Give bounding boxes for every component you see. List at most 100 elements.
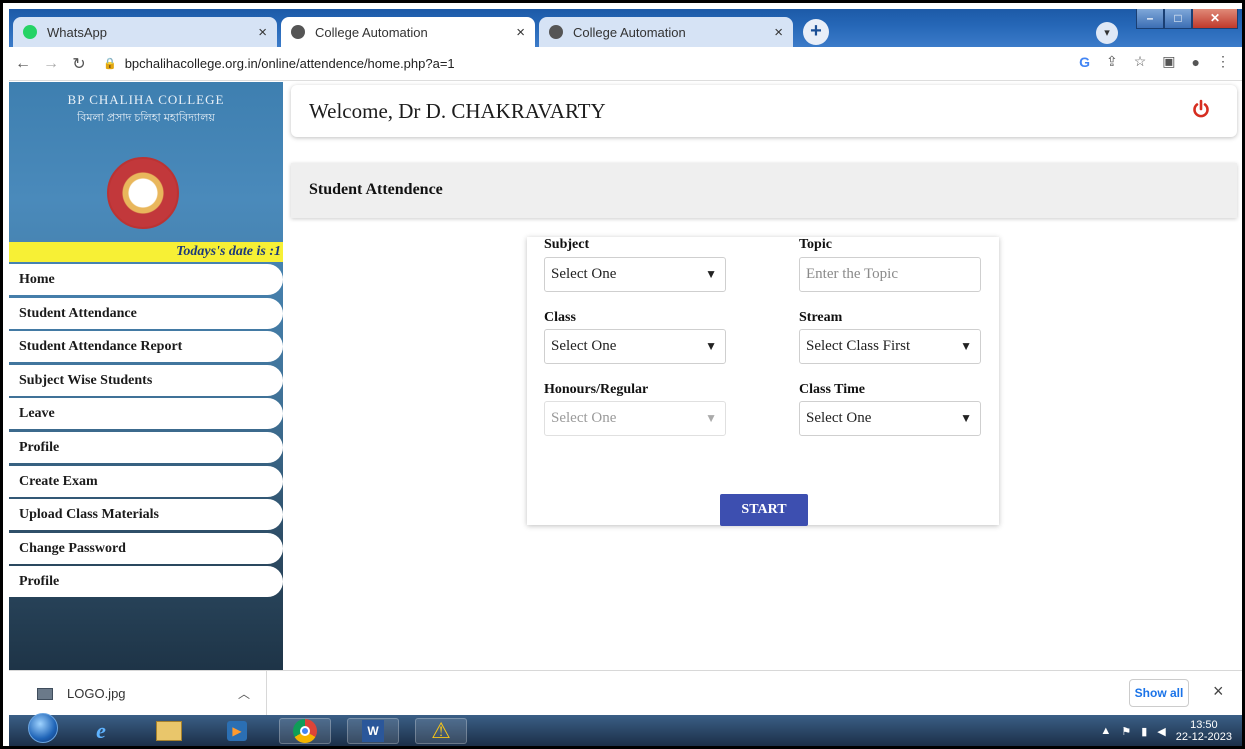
system-tray: ▲ ⚑ ▮ ◀ 13:50 22-12-2023 [1100, 719, 1232, 743]
sidebar-item-upload-materials[interactable]: Upload Class Materials [9, 499, 283, 531]
honours-label: Honours/Regular [544, 382, 649, 397]
power-icon[interactable] [1191, 99, 1211, 119]
college-name-local: বিমলা প্ৰসাদ চলিহা মহাবিদ্যালয় [77, 112, 215, 124]
tab-whatsapp[interactable]: WhatsApp × [13, 17, 277, 47]
class-time-label: Class Time [799, 382, 865, 397]
reload-icon[interactable]: ↻ [65, 54, 93, 74]
stream-label: Stream [799, 310, 843, 325]
address-bar[interactable]: 🔒 bpchalihacollege.org.in/online/attende… [103, 56, 455, 71]
internet-explorer-icon[interactable]: e [75, 718, 127, 744]
whatsapp-icon [23, 25, 37, 39]
clock-date: 22-12-2023 [1175, 731, 1232, 743]
subject-select[interactable]: Select One ▼ [544, 257, 726, 292]
google-icon[interactable]: G [1079, 54, 1090, 70]
sidebar-item-profile-2[interactable]: Profile [9, 566, 283, 598]
media-player-icon[interactable]: ▶ [211, 718, 263, 744]
side-panel-icon[interactable]: ▣ [1162, 53, 1175, 70]
profile-icon[interactable]: ● [1192, 54, 1200, 70]
clock[interactable]: 13:50 22-12-2023 [1176, 719, 1232, 743]
date-ticker: Todays's date is :1 [9, 242, 283, 262]
forward-icon[interactable]: → [37, 55, 65, 73]
welcome-text: Welcome, Dr D. CHAKRAVARTY [309, 99, 606, 123]
close-window-button[interactable]: ✕ [1192, 9, 1238, 29]
globe-icon [291, 25, 305, 39]
download-filename: LOGO.jpg [67, 686, 126, 701]
tab-college-automation[interactable]: College Automation × [539, 17, 793, 47]
tray-expand-icon[interactable]: ▲ [1100, 725, 1111, 737]
clock-time: 13:50 [1190, 719, 1218, 731]
window-controls: – □ ✕ [1136, 9, 1238, 29]
download-bar: LOGO.jpg ︿ Show all × [9, 670, 1242, 716]
class-time-select[interactable]: Select One ▼ [799, 401, 981, 436]
sidebar-item-subject-wise-students[interactable]: Subject Wise Students [9, 364, 283, 396]
tab-title: WhatsApp [47, 24, 107, 40]
download-item[interactable]: LOGO.jpg ︿ [9, 671, 267, 716]
minimize-button[interactable]: – [1136, 9, 1164, 29]
word-icon[interactable]: W [347, 718, 399, 744]
topic-label: Topic [799, 237, 832, 252]
chevron-up-icon[interactable]: ︿ [238, 685, 250, 702]
start-orb-icon[interactable] [17, 713, 69, 743]
class-select[interactable]: Select One ▼ [544, 329, 726, 364]
honours-select[interactable]: Select One ▼ [544, 401, 726, 436]
honours-value: Select One [551, 410, 617, 426]
toolbar-actions: G ⇪ ☆ ▣ ● ⋮ [1079, 53, 1230, 70]
new-tab-button[interactable]: + [803, 19, 829, 45]
college-logo [107, 157, 179, 229]
tab-title: College Automation [573, 24, 686, 40]
tab-search-icon[interactable]: ▾ [1096, 22, 1118, 44]
sidebar-menu: Home Student Attendance Student Attendan… [9, 264, 283, 600]
maximize-button[interactable]: □ [1164, 9, 1192, 29]
sidebar-item-change-password[interactable]: Change Password [9, 532, 283, 564]
class-value: Select One [551, 338, 617, 354]
sidebar-item-attendance-report[interactable]: Student Attendance Report [9, 331, 283, 363]
chevron-down-icon: ▼ [960, 339, 972, 353]
tab-title: College Automation [315, 24, 428, 40]
sidebar: BP CHALIHA COLLEGE বিমলা প্ৰসাদ চলিহা মহ… [9, 82, 283, 670]
file-explorer-icon[interactable] [143, 718, 195, 744]
volume-icon[interactable]: ◀ [1157, 725, 1165, 738]
sidebar-item-profile[interactable]: Profile [9, 431, 283, 463]
topic-placeholder: Enter the Topic [806, 266, 898, 282]
chevron-down-icon: ▼ [705, 339, 717, 353]
windows-taskbar: e ▶ W ⚠ ▲ ⚑ ▮ ◀ 13:50 22-12-2023 [9, 713, 1242, 746]
warning-icon[interactable]: ⚠ [415, 718, 467, 744]
menu-kebab-icon[interactable]: ⋮ [1216, 53, 1230, 70]
class-time-value: Select One [806, 410, 872, 426]
globe-icon [549, 25, 563, 39]
chrome-icon[interactable] [279, 718, 331, 744]
close-tab-icon[interactable]: × [774, 24, 783, 41]
signal-icon[interactable]: ▮ [1141, 725, 1147, 738]
chevron-down-icon: ▼ [960, 411, 972, 425]
stream-value: Select Class First [806, 338, 911, 354]
sidebar-item-home[interactable]: Home [9, 264, 283, 295]
sidebar-item-create-exam[interactable]: Create Exam [9, 465, 283, 497]
college-name: BP CHALIHA COLLEGE [67, 92, 225, 107]
lock-icon: 🔒 [103, 58, 117, 70]
sidebar-item-student-attendance[interactable]: Student Attendance [9, 297, 283, 329]
browser-toolbar: ← → ↻ 🔒 bpchalihacollege.org.in/online/a… [9, 47, 1242, 81]
sidebar-item-leave[interactable]: Leave [9, 398, 283, 430]
back-icon[interactable]: ← [9, 55, 37, 73]
image-file-icon [37, 687, 53, 700]
browser-tab-strip: WhatsApp × College Automation × College … [9, 9, 1242, 47]
class-label: Class [544, 310, 576, 325]
bookmark-star-icon[interactable]: ☆ [1134, 53, 1147, 70]
page-title: Student Attendence [309, 181, 443, 198]
topic-input[interactable]: Enter the Topic [799, 257, 981, 292]
share-icon[interactable]: ⇪ [1106, 53, 1118, 70]
network-flag-icon[interactable]: ⚑ [1121, 725, 1131, 738]
close-tab-icon[interactable]: × [258, 24, 267, 41]
attendance-form: Subject Select One ▼ Topic Enter the Top… [527, 237, 999, 526]
close-download-bar-icon[interactable]: × [1213, 681, 1224, 702]
show-all-button[interactable]: Show all [1129, 679, 1189, 707]
tab-college-automation-active[interactable]: College Automation × [281, 17, 535, 47]
subject-value: Select One [551, 266, 617, 282]
section-header: Student Attendence [291, 163, 1237, 218]
start-button[interactable]: START [720, 494, 808, 526]
stream-select[interactable]: Select Class First ▼ [799, 329, 981, 364]
url-text: bpchalihacollege.org.in/online/attendenc… [124, 56, 455, 71]
close-tab-icon[interactable]: × [516, 24, 525, 41]
screen-frame: WhatsApp × College Automation × College … [0, 0, 1245, 749]
welcome-header: Welcome, Dr D. CHAKRAVARTY [291, 85, 1237, 137]
